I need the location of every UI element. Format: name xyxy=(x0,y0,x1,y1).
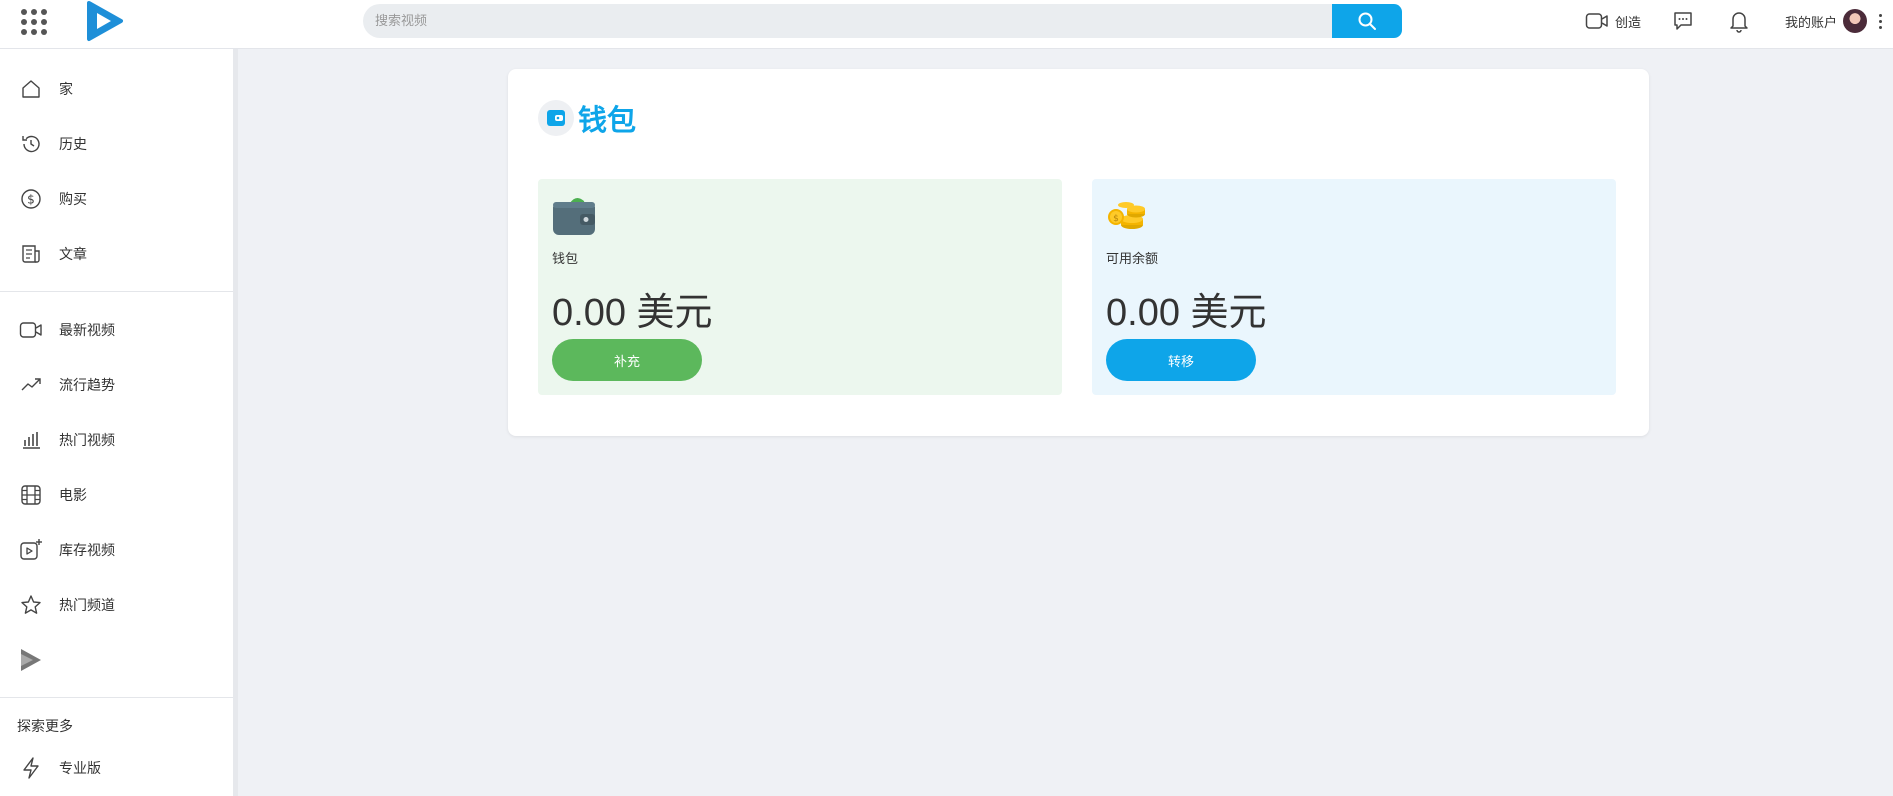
sidebar-divider xyxy=(0,697,233,698)
sidebar-divider xyxy=(0,291,233,292)
wallet-panel: 钱包 0.00 美元 补充 xyxy=(538,179,1062,395)
messages-button[interactable] xyxy=(1671,9,1695,33)
search-input[interactable] xyxy=(363,4,1332,38)
article-icon xyxy=(19,242,43,266)
create-label: 创造 xyxy=(1614,15,1641,31)
sidebar-item-popular-videos[interactable]: 热门视频 xyxy=(0,412,233,467)
available-balance-panel: $ 可用余额 0.00 美元 转移 xyxy=(1092,179,1616,395)
explore-more-title: 探索更多 xyxy=(17,719,73,735)
sidebar-item-label: 电影 xyxy=(59,487,87,504)
sidebar-item-movies[interactable]: 电影 xyxy=(0,467,233,522)
svg-text:$: $ xyxy=(27,192,35,206)
home-icon xyxy=(19,77,43,101)
sidebar-item-purchase[interactable]: $ 购买 xyxy=(0,171,233,226)
sidebar-item-label: 专业版 xyxy=(59,760,101,777)
search-icon xyxy=(1358,12,1376,30)
create-button[interactable]: 创造 xyxy=(1585,11,1641,31)
top-up-button[interactable]: 补充 xyxy=(552,339,702,381)
sidebar-item-trending[interactable]: 流行趋势 xyxy=(0,357,233,412)
sidebar-item-history[interactable]: 历史 xyxy=(0,116,233,171)
page-title: 钱包 xyxy=(538,97,636,139)
video-camera-icon xyxy=(19,318,43,342)
sidebar-item-label: 文章 xyxy=(59,246,87,263)
notifications-button[interactable] xyxy=(1727,9,1751,33)
wallet-icon xyxy=(538,100,574,136)
add-video-icon xyxy=(19,538,43,562)
sidebar-item-label: 历史 xyxy=(59,136,87,153)
more-vertical-icon[interactable] xyxy=(1875,13,1885,29)
wallet-amount: 0.00 美元 xyxy=(552,292,713,334)
bell-icon xyxy=(1730,12,1748,33)
video-camera-icon xyxy=(1585,13,1608,29)
sidebar-item-label: 最新视频 xyxy=(59,322,115,339)
sidebar-item-stock-videos[interactable]: 库存视频 xyxy=(0,522,233,577)
top-header: 创造 我的账户 xyxy=(0,0,1893,49)
avatar xyxy=(1843,9,1867,33)
lightning-icon xyxy=(19,756,43,780)
sidebar-item-play[interactable] xyxy=(0,632,233,687)
dollar-icon: $ xyxy=(19,187,43,211)
sidebar-item-label: 库存视频 xyxy=(59,542,115,559)
logo-icon[interactable] xyxy=(86,0,124,42)
available-balance-amount: 0.00 美元 xyxy=(1106,292,1267,334)
sidebar-item-label: 热门视频 xyxy=(59,432,115,449)
sidebar-item-label: 购买 xyxy=(59,191,87,208)
sidebar-item-popular-channels[interactable]: 热门频道 xyxy=(0,577,233,632)
sidebar: 家 历史 $ 购买 文章 最新视频 流行趋势 热门视频 电影 库存视频 热门频道… xyxy=(0,49,238,796)
page-title-text: 钱包 xyxy=(578,103,637,137)
wallet-icon xyxy=(553,197,595,235)
search-button[interactable] xyxy=(1332,4,1402,38)
svg-text:$: $ xyxy=(1113,214,1119,224)
sidebar-item-articles[interactable]: 文章 xyxy=(0,226,233,281)
wallet-label: 钱包 xyxy=(552,252,579,267)
wallet-card: 钱包 钱包 0.00 美元 补充 $ 可用余额 0.00 美元 转移 xyxy=(508,69,1649,436)
transfer-button[interactable]: 转移 xyxy=(1106,339,1256,381)
film-icon xyxy=(19,483,43,507)
apps-grid-icon[interactable] xyxy=(20,8,47,35)
account-label: 我的账户 xyxy=(1784,15,1837,31)
coins-icon: $ xyxy=(1108,202,1145,229)
star-icon xyxy=(19,593,43,617)
sidebar-item-label: 流行趋势 xyxy=(59,377,115,394)
search-bar xyxy=(363,4,1402,38)
bar-chart-icon xyxy=(19,428,43,452)
trending-icon xyxy=(19,373,43,397)
play-logo-icon xyxy=(19,648,43,672)
sidebar-item-home[interactable]: 家 xyxy=(0,61,233,116)
account-menu[interactable]: 我的账户 xyxy=(1785,9,1885,33)
message-icon xyxy=(1674,12,1692,30)
sidebar-item-label: 家 xyxy=(59,81,73,98)
sidebar-item-pro[interactable]: 专业版 xyxy=(0,740,233,795)
available-balance-label: 可用余额 xyxy=(1106,252,1159,267)
sidebar-item-label: 热门频道 xyxy=(59,597,115,614)
sidebar-item-latest-videos[interactable]: 最新视频 xyxy=(0,302,233,357)
history-icon xyxy=(19,132,43,156)
